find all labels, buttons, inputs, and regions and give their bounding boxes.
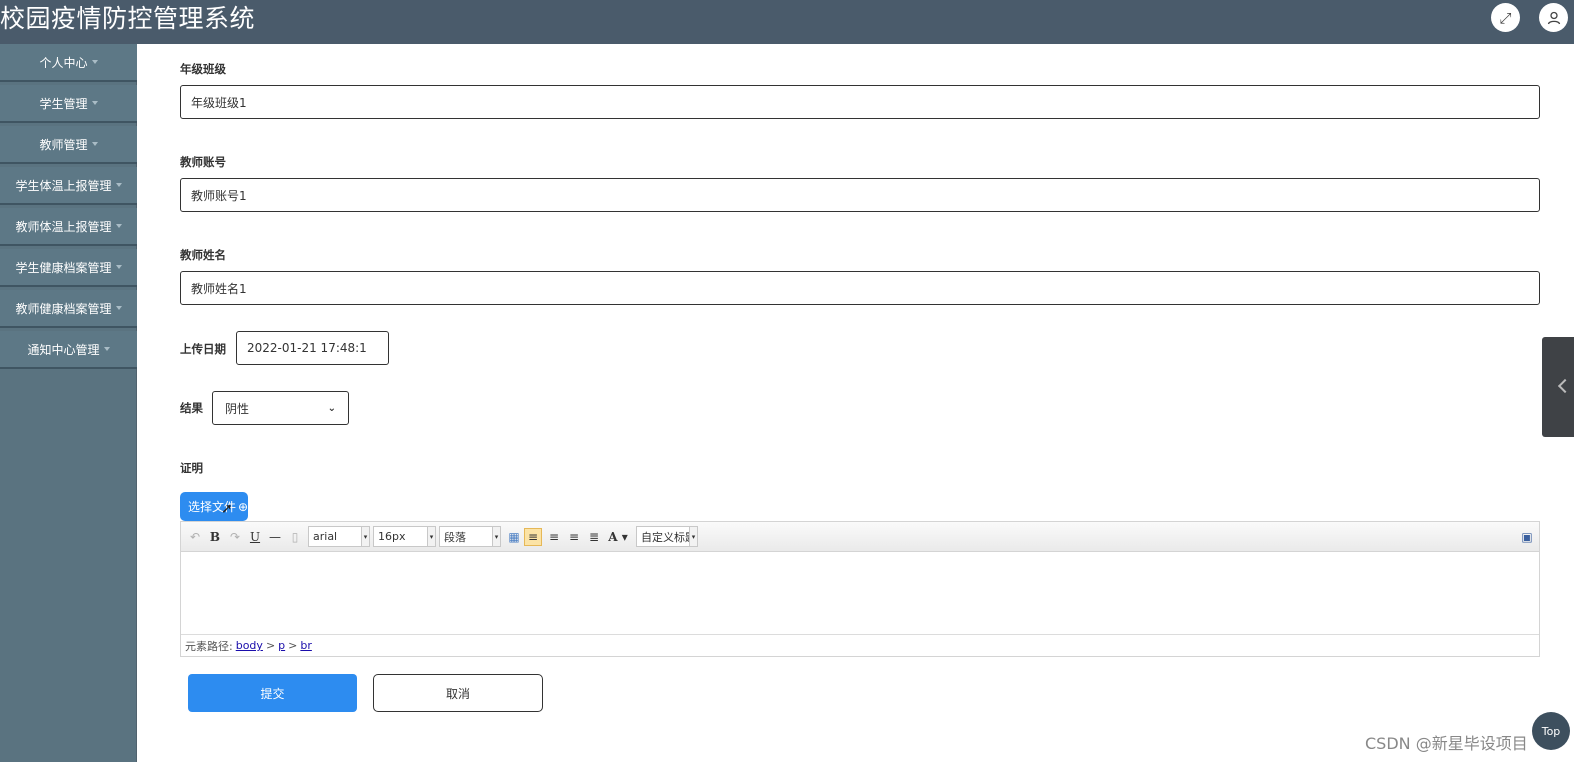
sidebar-item-student-temperature[interactable]: 学生体温上报管理: [0, 167, 137, 205]
sidebar-item-label: 教师管理: [39, 137, 88, 152]
editor-content-area[interactable]: [181, 552, 1539, 634]
sidebar-item-teacher-temperature[interactable]: 教师体温上报管理: [0, 208, 137, 246]
font-color-icon[interactable]: A ▾: [608, 528, 628, 546]
sidebar-item-notification-center[interactable]: 通知中心管理: [0, 331, 137, 369]
side-panel-toggle[interactable]: [1542, 337, 1574, 437]
sidebar-item-label: 学生管理: [39, 96, 88, 111]
path-link-p[interactable]: p: [278, 639, 285, 652]
result-selected-value: 阴性: [225, 401, 250, 416]
app-title: 校园疫情防控管理系统: [0, 4, 256, 33]
caret-down-icon: [91, 142, 98, 146]
choose-file-button[interactable]: 选择文件 ⊕: [180, 492, 248, 521]
font-family-value: arial: [313, 530, 338, 543]
rich-text-editor: ↶ B ↷ U — ▯ arial ▾ 16px ▾ 段落 ▾ ▦ ≡ ≡ ≡ ≣ A…: [180, 521, 1540, 657]
sidebar-item-label: 通知中心管理: [27, 342, 100, 357]
sidebar: 个人中心 学生管理 教师管理 学生体温上报管理 教师体温上报管理 学生健康档案管…: [0, 44, 137, 762]
element-path-bar: 元素路径: body > p > br: [181, 634, 1539, 656]
custom-title-value: 自定义标题: [641, 530, 696, 544]
chevron-down-icon: ⌄: [327, 402, 336, 414]
upload-date-label: 上传日期: [180, 342, 226, 356]
sidebar-item-teacher-management[interactable]: 教师管理: [0, 126, 137, 164]
editor-toolbar: ↶ B ↷ U — ▯ arial ▾ 16px ▾ 段落 ▾ ▦ ≡ ≡ ≡ ≣ A…: [181, 522, 1539, 552]
sidebar-item-label: 学生体温上报管理: [15, 178, 112, 193]
element-path-label: 元素路径:: [185, 639, 233, 653]
submit-button[interactable]: 提交: [188, 674, 357, 712]
proof-label: 证明: [180, 461, 203, 475]
sidebar-item-label: 教师体温上报管理: [15, 219, 112, 234]
custom-title-select[interactable]: 自定义标题 ▾: [636, 526, 698, 547]
align-center-icon[interactable]: ≡: [566, 528, 582, 546]
teacher-account-input[interactable]: [180, 178, 1540, 212]
caret-down-icon: [115, 224, 122, 228]
paragraph-value: 段落: [444, 530, 466, 544]
fullscreen-editor-icon[interactable]: ▣: [1519, 528, 1535, 546]
align-right-icon[interactable]: ≡: [546, 528, 562, 546]
sidebar-item-label: 个人中心: [39, 55, 88, 70]
font-size-value: 16px: [378, 530, 406, 543]
sidebar-item-teacher-health-records[interactable]: 教师健康档案管理: [0, 290, 137, 328]
paste-plain-icon[interactable]: ▯: [287, 528, 303, 546]
result-label: 结果: [180, 401, 203, 415]
undo-icon[interactable]: ↶: [187, 528, 203, 546]
chevron-left-icon: [1557, 378, 1573, 394]
caret-down-icon: [91, 101, 98, 105]
dropdown-arrow-icon: ▾: [492, 526, 501, 547]
paragraph-select[interactable]: 段落 ▾: [439, 526, 501, 547]
sidebar-item-student-management[interactable]: 学生管理: [0, 85, 137, 123]
font-size-select[interactable]: 16px ▾: [373, 526, 436, 547]
table-icon[interactable]: ▦: [506, 528, 522, 546]
path-link-body[interactable]: body: [236, 639, 263, 652]
dropdown-arrow-icon: ▾: [361, 526, 370, 547]
align-left-icon[interactable]: ≡: [524, 528, 542, 546]
sidebar-item-label: 教师健康档案管理: [15, 301, 112, 316]
result-select[interactable]: 阴性 ⌄: [212, 391, 349, 425]
user-icon[interactable]: [1539, 3, 1568, 32]
upload-date-input[interactable]: [236, 331, 389, 365]
dropdown-arrow-icon: ▾: [427, 526, 436, 547]
redo-icon[interactable]: ↷: [227, 528, 243, 546]
caret-down-icon: [103, 347, 110, 351]
back-to-top-button[interactable]: Top: [1532, 712, 1570, 750]
mouse-pointer-icon: ➚: [221, 501, 233, 517]
sidebar-item-student-health-records[interactable]: 学生健康档案管理: [0, 249, 137, 287]
app-header: 校园疫情防控管理系统 ⤢: [0, 0, 1574, 44]
watermark: CSDN @新星毕设项目: [1365, 734, 1528, 753]
user-silhouette: [1547, 11, 1560, 24]
grade-class-label: 年级班级: [180, 62, 226, 76]
teacher-account-label: 教师账号: [180, 155, 226, 169]
cancel-button[interactable]: 取消: [373, 674, 543, 712]
caret-down-icon: [115, 183, 122, 187]
teacher-name-input[interactable]: [180, 271, 1540, 305]
grade-class-input[interactable]: [180, 85, 1540, 119]
caret-down-icon: [91, 60, 98, 64]
expand-icon[interactable]: ⤢: [1491, 3, 1520, 32]
teacher-name-label: 教师姓名: [180, 248, 226, 262]
bold-icon[interactable]: B: [207, 528, 223, 546]
path-link-br[interactable]: br: [300, 639, 312, 652]
caret-down-icon: [115, 306, 122, 310]
font-family-select[interactable]: arial ▾: [308, 526, 370, 547]
underline-icon[interactable]: U: [247, 528, 263, 546]
horizontal-rule-icon[interactable]: —: [267, 528, 283, 546]
plus-circle-icon: ⊕: [238, 499, 249, 514]
dropdown-arrow-icon: ▾: [689, 526, 698, 547]
sidebar-item-label: 学生健康档案管理: [15, 260, 112, 275]
sidebar-item-personal-center[interactable]: 个人中心: [0, 44, 137, 82]
align-justify-icon[interactable]: ≣: [586, 528, 602, 546]
caret-down-icon: [115, 265, 122, 269]
